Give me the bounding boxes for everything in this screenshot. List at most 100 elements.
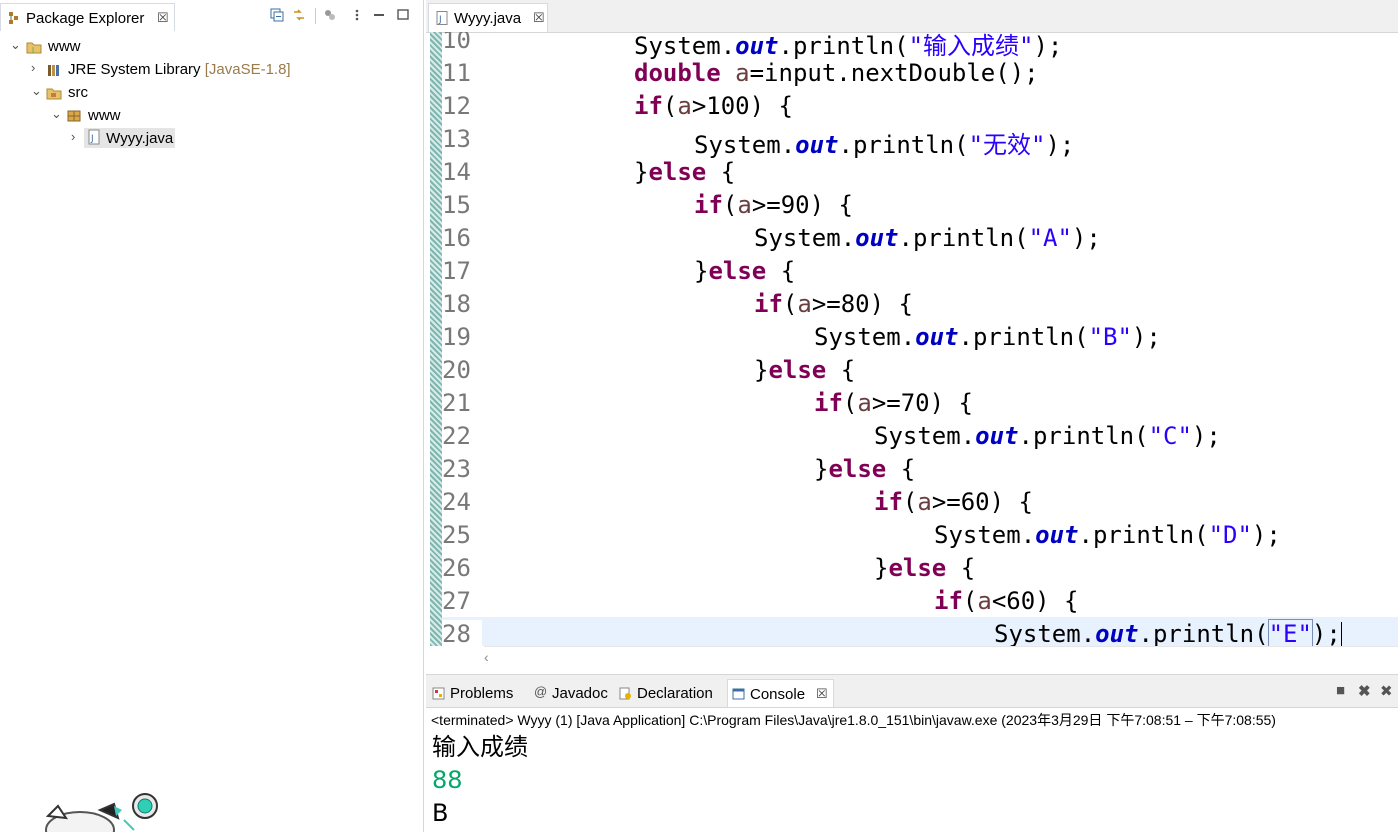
line-number: 25	[442, 521, 471, 549]
console-output-line: 输入成绩	[432, 733, 528, 761]
package-explorer-tab[interactable]: Package Explorer ☒	[0, 3, 175, 31]
code-text: }else {	[634, 158, 736, 186]
svg-text:J: J	[438, 15, 442, 25]
java-editor[interactable]: J Wyyy.java ☒ 10 System.out.println("输入成…	[426, 0, 1398, 670]
code-line: 26 }else {	[442, 551, 1398, 584]
package-icon	[67, 110, 81, 122]
tree-item-label: JRE System Library	[68, 61, 201, 78]
code-text: }else {	[694, 257, 796, 285]
close-icon[interactable]: ☒	[533, 10, 545, 26]
tab-problems[interactable]: Problems	[428, 679, 526, 707]
code-line: 20 }else {	[442, 353, 1398, 386]
code-text: System.out.println("D");	[934, 521, 1281, 549]
java-file-icon: J	[88, 129, 100, 145]
project-icon: J	[26, 42, 42, 54]
chevron-down-icon[interactable]: ⌄	[51, 106, 62, 122]
code-line: 13 System.out.println("无效");	[442, 122, 1398, 159]
link-with-editor-icon[interactable]	[292, 8, 306, 22]
desktop-mascot-image	[45, 793, 158, 832]
code-line: 16 System.out.println("A");	[442, 221, 1398, 254]
declaration-icon	[619, 687, 631, 700]
code-text: }else {	[874, 554, 976, 582]
code-line: 21 if(a>=70) {	[442, 386, 1398, 419]
line-number: 23	[442, 455, 471, 483]
line-number: 28	[442, 620, 482, 646]
focus-icon[interactable]	[323, 8, 337, 22]
code-text: if(a>=60) {	[874, 488, 1033, 516]
code-text: if(a>=90) {	[694, 191, 853, 219]
console-output-line: B	[432, 799, 449, 827]
line-number: 27	[442, 587, 471, 615]
chevron-down-icon[interactable]: ⌄	[10, 37, 21, 53]
code-line: 15 if(a>=90) {	[442, 188, 1398, 221]
chevron-right-icon[interactable]: ›	[31, 60, 35, 75]
remove-all-terminated-icon[interactable]: ✖	[1380, 682, 1393, 700]
maximize-icon[interactable]	[396, 8, 410, 22]
code-text: if(a>=70) {	[814, 389, 973, 417]
close-icon[interactable]: ☒	[816, 686, 828, 702]
chevron-right-icon[interactable]: ›	[71, 129, 75, 144]
chevron-down-icon[interactable]: ⌄	[31, 83, 42, 99]
console-output[interactable]: 输入成绩 88 B	[432, 731, 528, 830]
console-status-line: <terminated> Wyyy (1) [Java Application]…	[431, 712, 1276, 728]
line-number: 10	[442, 32, 471, 54]
code-line-current: 28 System.out.println("E");	[442, 617, 1398, 646]
code-text: System.out.println("B");	[814, 323, 1161, 351]
matching-bracket-highlight: "E"	[1267, 619, 1313, 646]
code-line: 14 }else {	[442, 155, 1398, 188]
code-area[interactable]: 10 System.out.println("输入成绩"); 11 double…	[442, 32, 1398, 646]
code-line: 19 System.out.println("B");	[442, 320, 1398, 353]
code-line: 23 }else {	[442, 452, 1398, 485]
code-line: 10 System.out.println("输入成绩");	[442, 32, 1398, 60]
editor-tabbar: J Wyyy.java ☒	[426, 0, 1398, 33]
scroll-left-icon[interactable]: ‹	[484, 649, 489, 665]
library-icon	[48, 65, 59, 76]
text-caret	[1340, 622, 1342, 646]
package-explorer-icon	[9, 12, 18, 24]
view-menu-icon[interactable]	[350, 8, 364, 22]
code-text: if(a<60) {	[934, 587, 1079, 615]
close-icon[interactable]: ☒	[157, 10, 169, 26]
remove-launch-icon[interactable]: ✖	[1358, 682, 1371, 700]
line-number: 11	[442, 59, 471, 87]
change-ruler	[430, 32, 442, 646]
line-number: 21	[442, 389, 471, 417]
code-line: 18 if(a>=80) {	[442, 287, 1398, 320]
source-folder-icon	[46, 88, 62, 100]
code-text: }else {	[754, 356, 856, 384]
toolbar-separator	[315, 8, 316, 24]
code-text: System.out.println("C");	[874, 422, 1221, 450]
code-text: }else {	[814, 455, 916, 483]
code-line: 17 }else {	[442, 254, 1398, 287]
tree-item-label: src	[68, 84, 88, 101]
tab-javadoc[interactable]: @ Javadoc	[530, 679, 612, 707]
code-line: 11 double a=input.nextDouble();	[442, 56, 1398, 89]
minimize-icon[interactable]	[372, 8, 386, 22]
line-number: 14	[442, 158, 471, 186]
code-line: 12 if(a>100) {	[442, 89, 1398, 122]
tab-declaration[interactable]: Declaration	[615, 679, 723, 707]
editor-tab-wyyy-java[interactable]: J Wyyy.java ☒	[428, 3, 548, 32]
line-number: 17	[442, 257, 471, 285]
package-explorer-tabbar: Package Explorer ☒	[0, 0, 423, 32]
code-text: if(a>100) {	[634, 92, 793, 120]
tab-console[interactable]: Console ☒	[727, 679, 834, 707]
java-file-icon: J	[436, 11, 448, 25]
horizontal-scrollbar[interactable]: ‹	[484, 646, 1398, 669]
code-line: 24 if(a>=60) {	[442, 485, 1398, 518]
svg-text:J: J	[90, 134, 94, 144]
bottom-tabbar: Problems @ Javadoc Declaration Console ☒…	[426, 675, 1398, 708]
code-line: 22 System.out.println("C");	[442, 419, 1398, 452]
collapse-all-icon[interactable]	[270, 8, 284, 22]
line-number: 19	[442, 323, 471, 351]
code-line: 25 System.out.println("D");	[442, 518, 1398, 551]
tree-item-label: www	[48, 38, 81, 55]
line-number: 16	[442, 224, 471, 252]
code-line: 27 if(a<60) {	[442, 584, 1398, 617]
terminate-icon[interactable]: ■	[1336, 682, 1345, 699]
tree-item-decoration: [JavaSE-1.8]	[204, 61, 291, 78]
line-number: 20	[442, 356, 471, 384]
line-number: 26	[442, 554, 471, 582]
line-number: 13	[442, 125, 471, 153]
code-text: double a=input.nextDouble();	[634, 59, 1039, 87]
